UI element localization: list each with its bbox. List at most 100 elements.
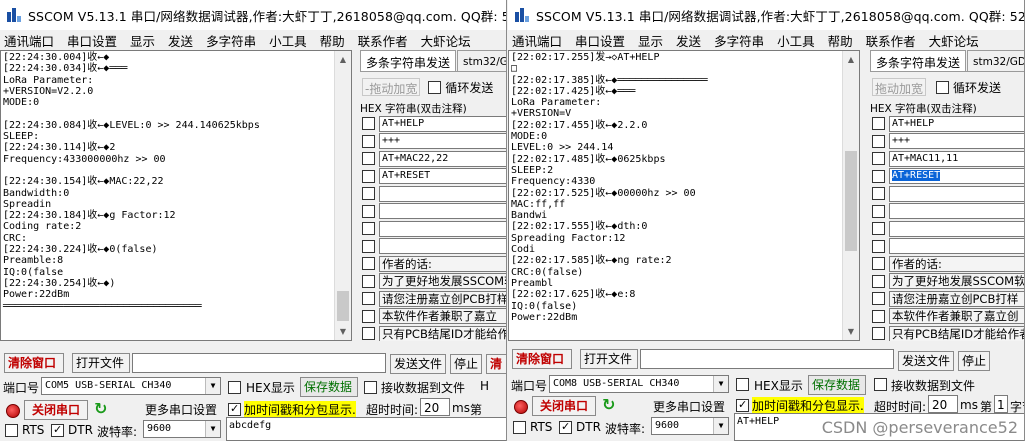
- row-hex-checkbox[interactable]: [362, 117, 375, 131]
- port-select[interactable]: COM8 USB-SERIAL CH340 ▼: [549, 375, 729, 393]
- save-data-button[interactable]: 保存数据: [300, 377, 358, 397]
- drag-widen-button[interactable]: 拖动加宽: [872, 78, 927, 96]
- refresh-icon[interactable]: ↻: [602, 395, 615, 414]
- tab-multi-string[interactable]: 多条字符串发送: [360, 50, 457, 72]
- receive-scrollbar[interactable]: ▲ ▼: [334, 51, 351, 340]
- drag-widen-button[interactable]: -拖动加宽: [362, 78, 421, 96]
- row-hex-checkbox[interactable]: [362, 239, 375, 253]
- scroll-up-icon[interactable]: ▲: [843, 51, 859, 68]
- scroll-thumb[interactable]: [337, 291, 349, 321]
- row-hex-checkbox[interactable]: [362, 187, 375, 201]
- multi-string-field[interactable]: AT+MAC11,11: [889, 150, 1024, 167]
- timestamp-checkbox[interactable]: [736, 398, 749, 412]
- rts-checkbox[interactable]: [513, 421, 526, 434]
- refresh-icon[interactable]: ↻: [94, 399, 107, 418]
- menu-contact-author[interactable]: 联系作者: [866, 31, 916, 50]
- row-hex-checkbox[interactable]: [872, 274, 885, 288]
- row-hex-checkbox[interactable]: [362, 257, 375, 271]
- multi-string-note-button[interactable]: 作者的话:: [379, 255, 506, 272]
- loop-send-checkbox[interactable]: [936, 80, 950, 94]
- send-file-button[interactable]: 发送文件: [390, 354, 446, 374]
- menu-comm-port[interactable]: 通讯端口: [512, 31, 562, 50]
- row-hex-checkbox[interactable]: [362, 134, 375, 148]
- clear-window-button[interactable]: 清除窗口: [4, 353, 64, 373]
- multi-string-note-button[interactable]: 本软件作者兼职了嘉立创: [889, 308, 1024, 325]
- clear-window-button[interactable]: 清除窗口: [512, 349, 572, 369]
- menu-contact-author[interactable]: 联系作者: [358, 31, 408, 50]
- multi-string-field[interactable]: [379, 238, 506, 255]
- row-hex-checkbox[interactable]: [362, 222, 375, 236]
- multi-string-note-button[interactable]: 只有PCB结尾ID才能给作者带: [889, 325, 1024, 341]
- more-settings-button[interactable]: 更多串口设置: [653, 398, 725, 415]
- close-port-button[interactable]: 关闭串口: [532, 396, 596, 416]
- close-port-button[interactable]: 关闭串口: [24, 400, 88, 420]
- multi-string-field[interactable]: AT+HELP: [889, 115, 1024, 132]
- loop-send-checkbox[interactable]: [428, 80, 442, 94]
- baud-select[interactable]: 9600 ▼: [651, 417, 729, 435]
- multi-string-note-button[interactable]: 本软件作者兼职了嘉立: [379, 308, 506, 325]
- scroll-thumb[interactable]: [845, 151, 857, 251]
- tab-multi-string[interactable]: 多条字符串发送: [870, 50, 967, 72]
- open-file-button[interactable]: 打开文件: [580, 349, 638, 369]
- row-hex-checkbox[interactable]: [362, 327, 375, 341]
- row-hex-checkbox[interactable]: [872, 187, 885, 201]
- row-hex-checkbox[interactable]: [872, 169, 885, 183]
- menu-multi-string[interactable]: 多字符串: [206, 31, 256, 50]
- menu-send[interactable]: 发送: [676, 31, 701, 50]
- row-hex-checkbox[interactable]: [872, 204, 885, 218]
- menu-tools[interactable]: 小工具: [269, 31, 307, 50]
- multi-string-note-button[interactable]: 只有PCB结尾ID才能给作者: [379, 325, 506, 341]
- menu-help[interactable]: 帮助: [320, 31, 345, 50]
- menu-serial-settings[interactable]: 串口设置: [575, 31, 625, 50]
- recv-to-file-checkbox[interactable]: [364, 381, 377, 394]
- row-hex-checkbox[interactable]: [362, 292, 375, 306]
- scroll-up-icon[interactable]: ▲: [335, 51, 351, 68]
- multi-string-field[interactable]: [889, 220, 1024, 237]
- receive-scrollbar[interactable]: ▲ ▼: [842, 51, 859, 340]
- multi-string-field[interactable]: AT+RESET: [889, 168, 1024, 185]
- row-hex-checkbox[interactable]: [872, 239, 885, 253]
- menu-serial-settings[interactable]: 串口设置: [67, 31, 117, 50]
- recv-to-file-checkbox[interactable]: [874, 378, 887, 391]
- stop-button[interactable]: 停止: [958, 351, 990, 371]
- multi-string-field[interactable]: AT+RESET: [379, 168, 506, 185]
- clear-send-button[interactable]: 清: [486, 354, 506, 374]
- row-hex-checkbox[interactable]: [872, 292, 885, 306]
- multi-string-field[interactable]: AT+MAC22,22: [379, 150, 506, 167]
- more-settings-button[interactable]: 更多串口设置: [145, 401, 217, 418]
- menu-multi-string[interactable]: 多字符串: [714, 31, 764, 50]
- timeout-input[interactable]: 20: [928, 395, 958, 413]
- menu-help[interactable]: 帮助: [828, 31, 853, 50]
- tab-stm32[interactable]: stm32/GD32: [967, 50, 1024, 71]
- multi-string-note-button[interactable]: 请您注册嘉立创PCB打样: [889, 290, 1024, 307]
- port-select[interactable]: COM5 USB-SERIAL CH340 ▼: [41, 377, 221, 395]
- row-hex-checkbox[interactable]: [872, 222, 885, 236]
- multi-string-field[interactable]: +++: [889, 133, 1024, 150]
- row-hex-checkbox[interactable]: [872, 309, 885, 323]
- menu-tools[interactable]: 小工具: [777, 31, 815, 50]
- multi-string-note-button[interactable]: 作者的话:: [889, 255, 1024, 272]
- multi-string-field[interactable]: +++: [379, 133, 506, 150]
- scroll-down-icon[interactable]: ▼: [843, 323, 859, 340]
- multi-string-note-button[interactable]: 为了更好地发展SSCOM软: [379, 273, 506, 290]
- dtr-checkbox[interactable]: [559, 420, 572, 434]
- multi-string-field[interactable]: [889, 203, 1024, 220]
- multi-string-field[interactable]: AT+HELP: [379, 115, 506, 132]
- multi-string-field[interactable]: [889, 185, 1024, 202]
- send-input[interactable]: abcdefg: [226, 417, 506, 441]
- row-hex-checkbox[interactable]: [872, 152, 885, 166]
- send-file-button[interactable]: 发送文件: [898, 351, 954, 371]
- rts-checkbox[interactable]: [5, 424, 18, 437]
- row-hex-checkbox[interactable]: [362, 274, 375, 288]
- receive-area[interactable]: [22:02:17.255]发→◇AT+HELP □ [22:02:17.385…: [508, 50, 860, 341]
- baud-select[interactable]: 9600 ▼: [143, 420, 221, 438]
- nth-input[interactable]: 1: [994, 395, 1008, 413]
- save-data-button[interactable]: 保存数据: [808, 375, 866, 395]
- multi-string-field[interactable]: [889, 238, 1024, 255]
- menu-display[interactable]: 显示: [130, 31, 155, 50]
- menu-forum[interactable]: 大虾论坛: [929, 31, 979, 50]
- multi-string-note-button[interactable]: 请您注册嘉立创PCB打样: [379, 290, 506, 307]
- tab-stm32[interactable]: stm32/GD: [457, 50, 506, 71]
- multi-string-field[interactable]: [379, 203, 506, 220]
- row-hex-checkbox[interactable]: [362, 152, 375, 166]
